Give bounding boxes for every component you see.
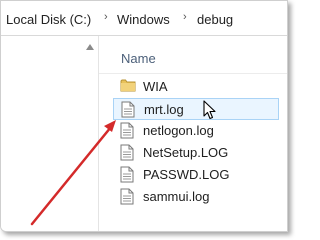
column-header-divider [99,73,287,74]
pane-divider[interactable] [98,36,99,231]
mouse-pointer-icon [203,100,216,120]
breadcrumb-debug[interactable]: debug [197,12,233,27]
file-item-label: sammui.log [143,189,210,204]
text-file-icon [120,166,134,186]
breadcrumb-windows[interactable]: Windows [117,12,170,27]
text-file-icon [120,144,134,164]
file-item-netlogon-log[interactable]: netlogon.log [113,120,279,142]
file-item-label: NetSetup.LOG [143,145,229,160]
file-item-label: mrt.log [144,102,184,117]
file-item-netsetup-log[interactable]: NetSetup.LOG [113,142,279,164]
text-file-icon [121,101,135,121]
file-item-wia[interactable]: WIA [113,76,279,98]
text-file-icon [120,122,134,142]
navigation-scrollbar[interactable] [86,44,94,224]
file-item-label: WIA [143,79,168,94]
column-header-name[interactable]: Name [121,51,156,66]
file-item-label: PASSWD.LOG [143,167,230,182]
breadcrumb-separator[interactable]: › [104,11,108,23]
file-item-label: netlogon.log [143,123,214,138]
breadcrumb-local-disk[interactable]: Local Disk (C:) [6,12,91,27]
folder-icon [120,78,136,95]
text-file-icon [120,188,134,208]
navigation-pane[interactable] [1,36,96,231]
file-item-mrt-log[interactable]: mrt.log [113,98,279,120]
explorer-window: Local Disk (C:) › Windows › debug Name W… [0,0,288,232]
file-item-sammui-log[interactable]: sammui.log [113,186,279,208]
address-bar[interactable]: Local Disk (C:) › Windows › debug [1,1,287,36]
file-item-passwd-log[interactable]: PASSWD.LOG [113,164,279,186]
breadcrumb-separator[interactable]: › [183,11,187,23]
scroll-up-icon[interactable] [86,44,94,50]
